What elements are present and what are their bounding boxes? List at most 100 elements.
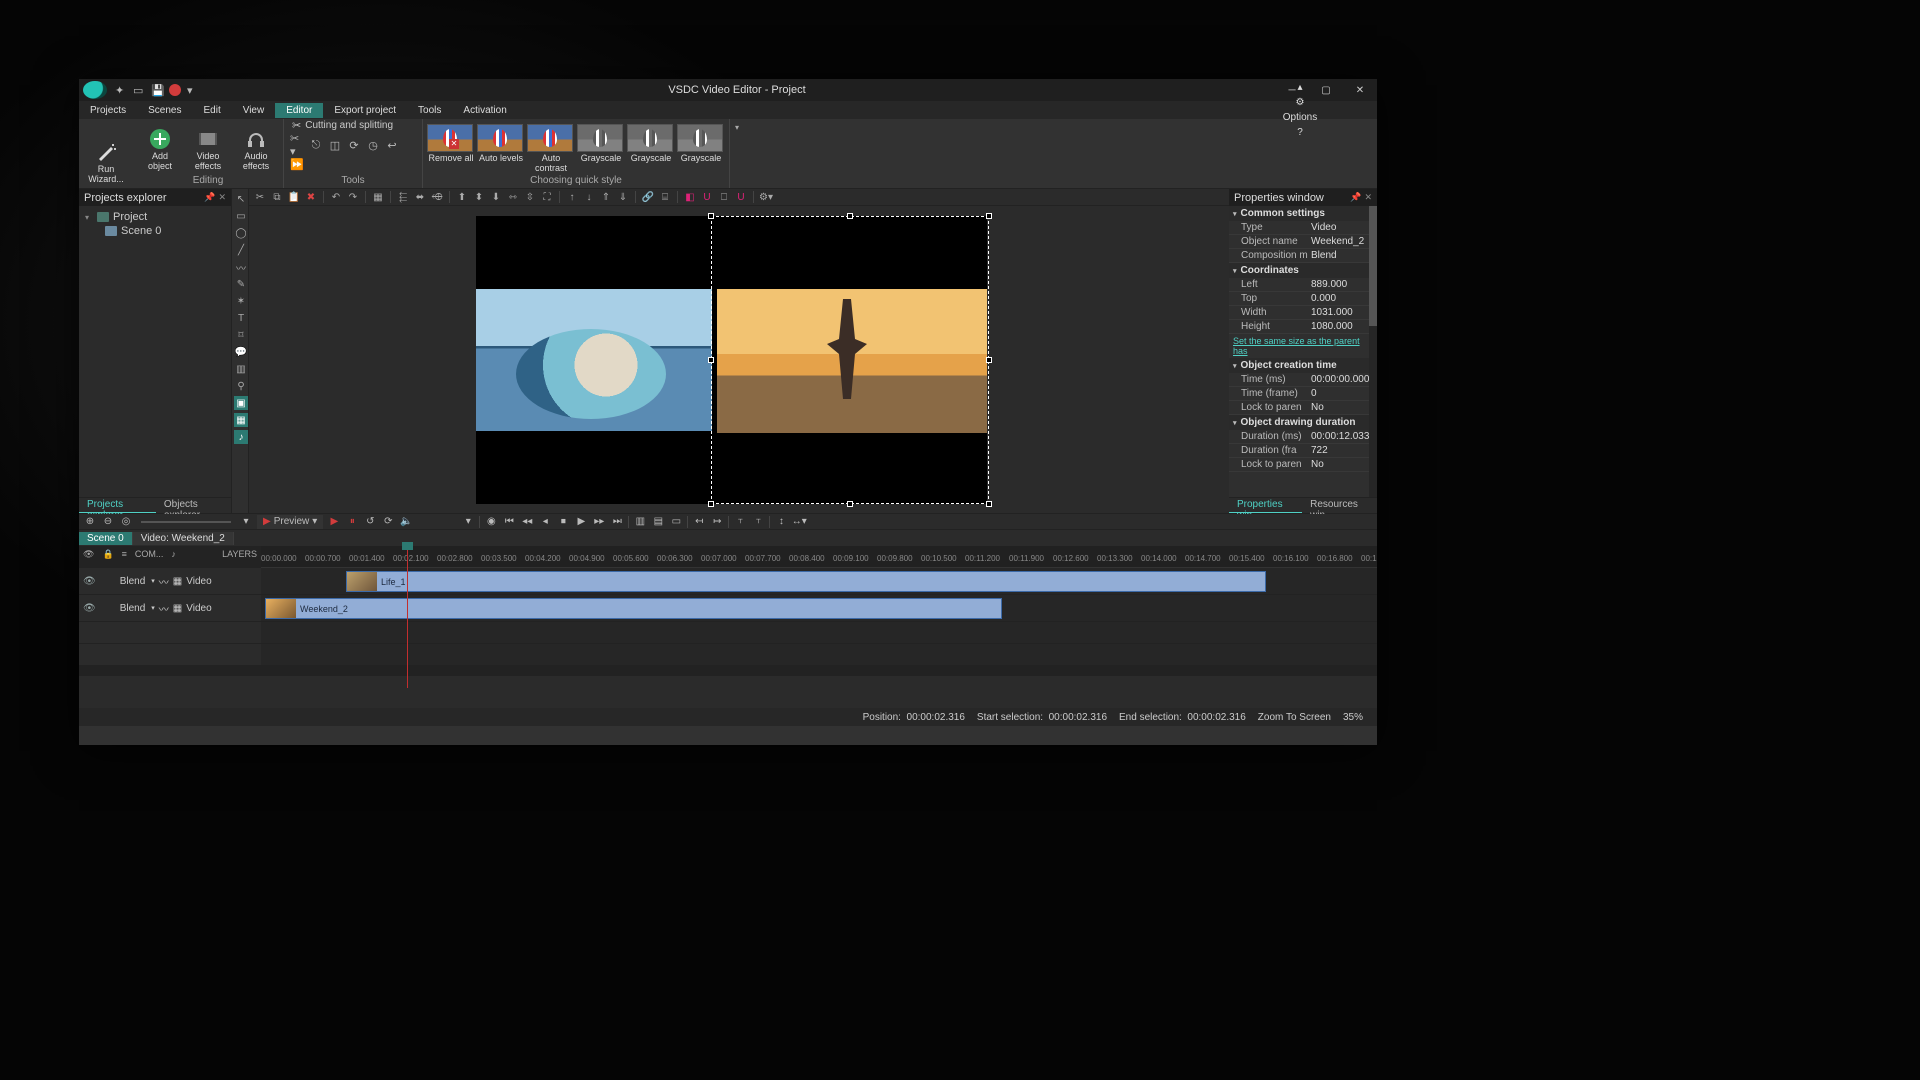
track-2[interactable]: Weekend_2 xyxy=(261,595,1377,621)
handle-n[interactable] xyxy=(847,213,853,219)
track-1[interactable]: Life_1 xyxy=(261,568,1377,594)
zoom-out-icon[interactable]: ⊖ xyxy=(101,515,115,529)
spray-icon[interactable]: ✶ xyxy=(234,294,248,308)
prop-dur-ms-value[interactable]: 00:00:12.033 xyxy=(1311,431,1373,442)
ruler-ticks[interactable]: 00:00.00000:00.70000:01.40000:02.10000:0… xyxy=(261,546,1377,568)
speed-icon[interactable]: ⏩ xyxy=(290,157,304,171)
close-panel-icon[interactable]: ✕ xyxy=(1364,192,1372,203)
zoom-slider[interactable] xyxy=(141,521,231,523)
quick-style-3[interactable]: Grayscale xyxy=(577,124,625,163)
group-icon[interactable]: ⌸ xyxy=(658,190,672,204)
eye-col-icon[interactable]: 👁 xyxy=(79,549,98,560)
prop-width-value[interactable]: 1031.000 xyxy=(1311,307,1373,318)
save-icon[interactable]: 💾 xyxy=(151,84,163,96)
quick-style-2[interactable]: Auto contrast xyxy=(527,124,575,173)
dist-v-icon[interactable]: ⇳ xyxy=(523,190,537,204)
quick-style-1[interactable]: Auto levels xyxy=(477,124,525,163)
split-icon[interactable]: ⎋ xyxy=(309,138,323,152)
prop-comp-value[interactable]: Blend xyxy=(1311,250,1373,261)
handle-ne[interactable] xyxy=(986,213,992,219)
preview-button[interactable]: ▶ Preview ▾ xyxy=(257,515,323,529)
tree-scene-node[interactable]: Scene 0 xyxy=(105,224,225,238)
prop-name-value[interactable]: Weekend_2 xyxy=(1311,236,1373,247)
tab-properties[interactable]: Properties win... xyxy=(1229,498,1302,513)
menu-projects[interactable]: Projects xyxy=(79,103,137,118)
text-icon[interactable]: T xyxy=(234,311,248,325)
delete-icon[interactable]: ✖ xyxy=(304,190,318,204)
copy-tool-icon[interactable]: ⧉ xyxy=(270,190,284,204)
prop-dur-frame-value[interactable]: 722 xyxy=(1311,445,1373,456)
section-creation-time[interactable]: Object creation time xyxy=(1241,360,1337,371)
layer-up-icon[interactable]: ↑ xyxy=(565,190,579,204)
section-coordinates[interactable]: Coordinates xyxy=(1241,265,1299,276)
rect-icon[interactable]: ▭ xyxy=(234,209,248,223)
zoom-in-icon[interactable]: ⊕ xyxy=(83,515,97,529)
chevron-down-icon[interactable]: ▾ xyxy=(239,515,253,529)
step-back-icon[interactable]: ◂◂ xyxy=(520,515,534,529)
next-frame-icon[interactable]: ▸▸ xyxy=(592,515,606,529)
dropdown-icon[interactable]: ▾ xyxy=(187,84,199,96)
go-next-icon[interactable]: ↦ xyxy=(710,515,724,529)
pause-icon[interactable]: ⏸ xyxy=(345,515,359,529)
film-small-icon[interactable]: ▦ xyxy=(173,603,182,614)
prop-lock2-value[interactable]: No xyxy=(1311,459,1373,470)
mark-out-icon[interactable]: ▤ xyxy=(651,515,665,529)
image-tool-icon[interactable]: ▦ xyxy=(234,413,248,427)
video-tab[interactable]: Video: Weekend_2 xyxy=(133,532,234,545)
menu-editor[interactable]: Editor xyxy=(275,103,323,118)
styles-expand-icon[interactable]: ▾ xyxy=(735,123,739,132)
blend-mode-2[interactable]: Blend xyxy=(120,603,146,614)
layer-bottom-icon[interactable]: ⇓ xyxy=(616,190,630,204)
align-bottom-icon[interactable]: ⬇ xyxy=(489,190,503,204)
eye-icon[interactable]: 👁 xyxy=(83,576,96,587)
timeline-hscroll[interactable] xyxy=(79,666,1377,676)
handle-sw[interactable] xyxy=(708,501,714,507)
sound-col-icon[interactable]: ♪ xyxy=(167,549,180,559)
video-tool-icon[interactable]: ▣ xyxy=(234,396,248,410)
go-start-icon[interactable]: ⏮ xyxy=(502,515,516,529)
ellipse-icon[interactable]: ◯ xyxy=(234,226,248,240)
animation-icon[interactable]: ⚲ xyxy=(234,379,248,393)
play2-icon[interactable]: ▶ xyxy=(574,515,588,529)
layer-col-icon[interactable]: ≡ xyxy=(118,549,131,559)
cut-split-label[interactable]: Cutting and splitting xyxy=(305,120,393,131)
collapse-tl-icon[interactable]: ↔▾ xyxy=(792,515,806,529)
section-drawing-duration[interactable]: Object drawing duration xyxy=(1241,417,1356,428)
cut-icon[interactable]: ✂▾ xyxy=(290,138,304,152)
settings-gear-icon[interactable]: ⚙▾ xyxy=(759,190,773,204)
new-icon[interactable]: ✦ xyxy=(115,84,127,96)
menu-activation[interactable]: Activation xyxy=(452,103,517,118)
underline-icon[interactable]: ⎕ xyxy=(717,190,731,204)
properties-scrollbar[interactable] xyxy=(1369,206,1377,497)
prop-left-value[interactable]: 889.000 xyxy=(1311,279,1373,290)
magnet-icon[interactable]: ⸆ xyxy=(751,515,765,529)
tab-projects-explorer[interactable]: Projects explorer xyxy=(79,498,156,513)
prop-lock-value[interactable]: No xyxy=(1311,402,1373,413)
rotate-icon[interactable]: ⟳ xyxy=(347,138,361,152)
curve-icon[interactable]: 〰 xyxy=(234,260,248,274)
close-panel-icon[interactable]: ✕ xyxy=(218,192,226,203)
help-icon[interactable]: ? xyxy=(1297,127,1303,138)
mark-in-icon[interactable]: ▥ xyxy=(633,515,647,529)
chevron-down-icon[interactable]: ▾ xyxy=(151,604,155,612)
expand-tl-icon[interactable]: ↕ xyxy=(774,515,788,529)
go-end-icon[interactable]: ⏭ xyxy=(610,515,624,529)
quick-style-5[interactable]: Grayscale xyxy=(677,124,725,163)
line-icon[interactable]: ╱ xyxy=(234,243,248,257)
handle-s[interactable] xyxy=(847,501,853,507)
scene-tab[interactable]: Scene 0 xyxy=(79,532,133,545)
dist-h-icon[interactable]: ⇿ xyxy=(506,190,520,204)
eye-icon[interactable]: 👁 xyxy=(83,603,96,614)
quick-style-0[interactable]: ✕Remove all xyxy=(427,124,475,163)
undo-icon[interactable]: ↶ xyxy=(329,190,343,204)
align-middle-icon[interactable]: ⬍ xyxy=(472,190,486,204)
selection-frame[interactable] xyxy=(711,216,989,504)
handle-w[interactable] xyxy=(708,357,714,363)
color-icon[interactable]: U xyxy=(734,190,748,204)
cut-tool-icon[interactable]: ✂ xyxy=(253,190,267,204)
clip-life[interactable]: Life_1 xyxy=(346,571,1266,592)
add-object-button[interactable]: Add object xyxy=(137,126,183,173)
handle-se[interactable] xyxy=(986,501,992,507)
tab-resources[interactable]: Resources win... xyxy=(1302,498,1377,513)
layer-down-icon[interactable]: ↓ xyxy=(582,190,596,204)
